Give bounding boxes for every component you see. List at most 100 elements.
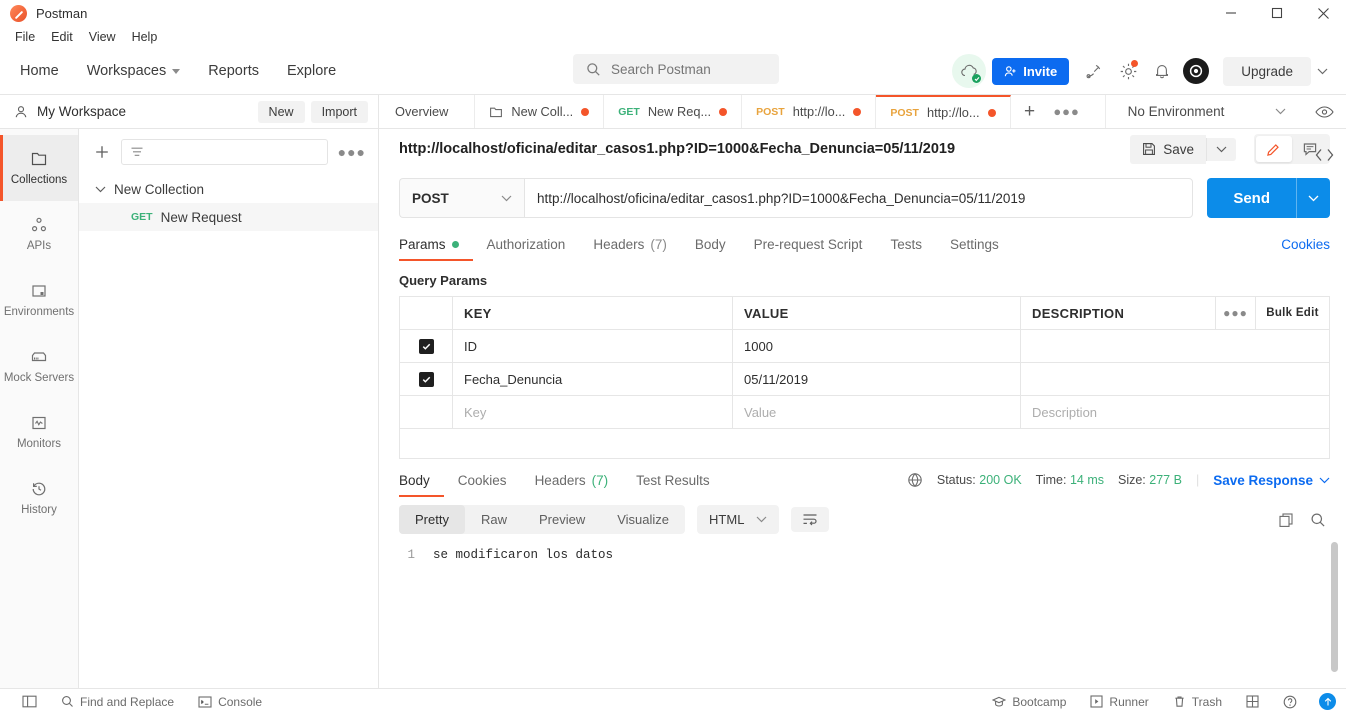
send-button[interactable]: Send [1207, 178, 1296, 218]
sync-status-icon[interactable] [952, 54, 987, 88]
new-button[interactable]: New [257, 100, 305, 123]
save-response-button[interactable]: Save Response [1213, 473, 1330, 488]
menu-edit[interactable]: Edit [44, 28, 80, 46]
tab-test-results[interactable]: Test Results [622, 473, 724, 497]
close-button[interactable] [1300, 0, 1346, 26]
param-description-placeholder[interactable]: Description [1021, 396, 1329, 428]
collections-filter-input[interactable] [121, 139, 328, 165]
tab-post-request-1[interactable]: POST http://lo... [742, 95, 877, 128]
row-checkbox-cell [400, 330, 453, 362]
copy-icon[interactable] [1278, 512, 1294, 528]
sidebar-item-apis[interactable]: APIs [0, 201, 78, 267]
line-number: 1 [407, 548, 415, 562]
minimize-button[interactable] [1208, 0, 1254, 26]
console-button[interactable]: Console [186, 695, 274, 709]
network-status-icon[interactable] [1319, 693, 1336, 710]
avatar[interactable] [1179, 54, 1213, 88]
upgrade-button[interactable]: Upgrade [1223, 56, 1311, 86]
import-button[interactable]: Import [310, 100, 368, 123]
view-mode-raw[interactable]: Raw [465, 505, 523, 534]
menu-help[interactable]: Help [125, 28, 165, 46]
add-collection-icon[interactable] [93, 143, 111, 161]
upgrade-chevron-down-icon[interactable] [1311, 59, 1338, 83]
table-options-icon[interactable]: ●●● [1216, 297, 1256, 329]
tab-overview[interactable]: Overview [379, 95, 476, 128]
collections-more-icon[interactable]: ●●● [338, 144, 366, 160]
response-format-select[interactable]: HTML [697, 505, 780, 534]
param-key[interactable]: Fecha_Denuncia [453, 363, 733, 395]
bulk-edit-button[interactable]: Bulk Edit [1256, 307, 1329, 319]
sidebar-item-mock-servers[interactable]: Mock Servers [0, 333, 78, 399]
satellite-icon[interactable] [1077, 54, 1111, 88]
tab-headers[interactable]: Headers (7) [579, 237, 681, 261]
environment-selector[interactable]: No Environment [1104, 95, 1302, 128]
checkbox-checked-icon[interactable] [418, 338, 434, 354]
view-mode-preview[interactable]: Preview [523, 505, 601, 534]
param-value[interactable]: 05/11/2019 [733, 363, 1021, 395]
save-options-chevron-down-icon[interactable] [1206, 137, 1236, 161]
tab-options-button[interactable]: ●●● [1049, 95, 1085, 128]
new-tab-button[interactable]: + [1011, 95, 1049, 128]
checkbox-checked-icon[interactable] [418, 371, 434, 387]
trash-button[interactable]: Trash [1161, 695, 1234, 709]
menu-file[interactable]: File [8, 28, 42, 46]
help-button[interactable] [1271, 695, 1309, 709]
bootcamp-button[interactable]: Bootcamp [980, 695, 1078, 709]
search-bar[interactable] [573, 54, 779, 84]
collection-node[interactable]: New Collection [79, 175, 378, 203]
chevron-down-icon[interactable] [95, 186, 106, 193]
tab-params[interactable]: Params [399, 237, 473, 261]
save-button[interactable]: Save [1130, 134, 1206, 164]
nav-explore[interactable]: Explore [273, 57, 350, 85]
search-input[interactable] [611, 61, 761, 77]
tab-new-request[interactable]: GET New Req... [604, 95, 743, 128]
tab-pre-request-script[interactable]: Pre-request Script [740, 237, 877, 261]
tab-response-cookies[interactable]: Cookies [444, 473, 521, 497]
view-mode-visualize[interactable]: Visualize [601, 505, 685, 534]
sidebar-item-environments[interactable]: Environments [0, 267, 78, 333]
sidebar-item-monitors[interactable]: Monitors [0, 399, 78, 465]
http-method-select[interactable]: POST [399, 178, 524, 218]
bell-icon[interactable] [1145, 54, 1179, 88]
param-description[interactable] [1021, 330, 1329, 362]
response-scrollbar[interactable] [1331, 542, 1338, 672]
param-value[interactable]: 1000 [733, 330, 1021, 362]
param-key[interactable]: ID [453, 330, 733, 362]
sidebar-item-collections[interactable]: Collections [0, 135, 78, 201]
list-item[interactable]: GET New Request [79, 203, 378, 231]
send-options-chevron-down-icon[interactable] [1296, 178, 1330, 218]
sidebar-item-history[interactable]: History [0, 465, 78, 531]
nav-home[interactable]: Home [4, 57, 73, 85]
tab-settings[interactable]: Settings [936, 237, 1013, 261]
runner-button[interactable]: Runner [1078, 695, 1160, 709]
cookies-link[interactable]: Cookies [1281, 237, 1330, 261]
response-body[interactable]: 1 se modificaron los datos [399, 542, 1338, 688]
param-key-placeholder[interactable]: Key [453, 396, 733, 428]
menu-view[interactable]: View [82, 28, 123, 46]
layout-toggle-button[interactable] [1234, 695, 1271, 708]
tab-authorization[interactable]: Authorization [473, 237, 580, 261]
nav-reports[interactable]: Reports [194, 57, 273, 85]
nav-workspaces[interactable]: Workspaces [73, 57, 195, 85]
toggle-sidebar-button[interactable] [10, 695, 49, 708]
view-mode-pretty[interactable]: Pretty [399, 505, 465, 534]
tab-body[interactable]: Body [681, 237, 740, 261]
search-icon [586, 62, 601, 77]
tab-tests[interactable]: Tests [876, 237, 936, 261]
code-snippet-icon[interactable] [1315, 148, 1334, 162]
search-icon[interactable] [1310, 512, 1326, 528]
invite-button[interactable]: Invite [992, 57, 1070, 85]
maximize-button[interactable] [1254, 0, 1300, 26]
gear-icon[interactable] [1111, 54, 1145, 88]
tab-response-headers[interactable]: Headers (7) [521, 473, 623, 497]
find-and-replace-button[interactable]: Find and Replace [49, 695, 186, 709]
tab-response-body[interactable]: Body [399, 473, 444, 497]
param-description[interactable] [1021, 363, 1329, 395]
edit-pencil-button[interactable] [1256, 136, 1292, 162]
tab-post-request-2[interactable]: POST http://lo... [876, 95, 1011, 128]
url-input[interactable]: http://localhost/oficina/editar_casos1.p… [524, 178, 1194, 218]
param-value-placeholder[interactable]: Value [733, 396, 1021, 428]
wrap-lines-icon[interactable] [791, 507, 830, 532]
tab-new-collection[interactable]: New Coll... [475, 95, 605, 128]
environment-quick-look-icon[interactable] [1302, 95, 1346, 128]
